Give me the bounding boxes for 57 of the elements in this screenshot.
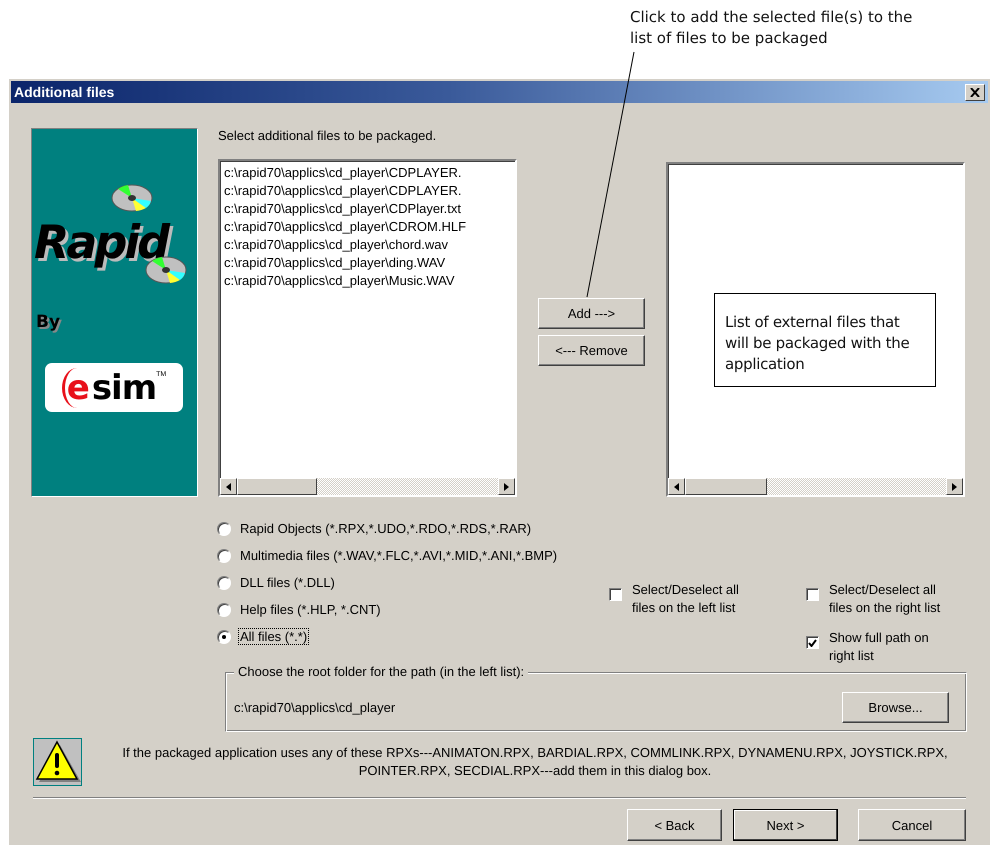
scroll-left-button[interactable] bbox=[668, 478, 685, 495]
horizontal-scrollbar[interactable] bbox=[668, 478, 963, 495]
scroll-right-button[interactable] bbox=[946, 478, 963, 495]
radio-button[interactable] bbox=[217, 576, 231, 590]
right-arrow-icon bbox=[952, 482, 957, 490]
brand-text: e bbox=[62, 368, 92, 408]
right-arrow-icon bbox=[504, 482, 509, 490]
dialog-button[interactable]: Cancel bbox=[858, 809, 966, 841]
scroll-left-button[interactable] bbox=[220, 478, 237, 495]
warning-icon bbox=[33, 738, 82, 786]
list-item[interactable]: c:\rapid70\applics\cd_player\ding.WAV bbox=[224, 254, 511, 272]
checkbox-label[interactable]: Select/Deselect all files on the left list bbox=[632, 581, 760, 617]
close-button[interactable] bbox=[965, 84, 985, 100]
list-item[interactable]: c:\rapid70\applics\cd_player\CDROM.HLF bbox=[224, 218, 511, 236]
callout-text: Click to add the selected file(s) to the list of files to be packaged bbox=[630, 7, 914, 49]
radio-label[interactable]: Help files (*.HLP, *.CNT) bbox=[239, 602, 382, 617]
radio-button[interactable] bbox=[217, 522, 231, 536]
radio-label[interactable]: DLL files (*.DLL) bbox=[239, 575, 336, 590]
by-text: By bbox=[36, 312, 60, 332]
cd-icon bbox=[110, 183, 154, 213]
remove-button[interactable]: <--- Remove bbox=[538, 335, 645, 366]
folder-path: c:\rapid70\applics\cd_player bbox=[234, 700, 396, 714]
check-icon bbox=[808, 638, 817, 646]
left-arrow-icon bbox=[226, 482, 231, 490]
checkbox[interactable] bbox=[806, 588, 819, 601]
scroll-right-button[interactable] bbox=[498, 478, 515, 495]
add-button[interactable]: Add ---> bbox=[538, 298, 645, 329]
warning-text: If the packaged application uses any of these RPXs---ANIMATON.RPX, BARDIAL.RPX, COMMLINK.RPX, DYNAMENU.RPX, JOYSTICK.RPX, POINTER.RPX, SECDIAL.RPX---add them in this dialog box. bbox=[121, 744, 949, 780]
list-item[interactable]: c:\rapid70\applics\cd_player\Music.WAV bbox=[224, 272, 511, 290]
horizontal-scrollbar[interactable] bbox=[220, 478, 515, 495]
dialog-button[interactable]: Next > bbox=[733, 809, 838, 841]
logo-text: Rapid bbox=[34, 215, 168, 269]
checkbox-label[interactable]: Select/Deselect all files on the right list bbox=[829, 581, 957, 617]
brand-text: sim bbox=[92, 368, 156, 408]
radio-button[interactable] bbox=[217, 630, 231, 644]
scroll-thumb[interactable] bbox=[685, 478, 767, 495]
checkbox[interactable] bbox=[806, 636, 819, 649]
radio-label[interactable]: Multimedia files (*.WAV,*.FLC,*.AVI,*.MID,*.ANI,*.BMP) bbox=[239, 548, 558, 563]
radio-label[interactable]: All files (*.*) bbox=[239, 629, 308, 644]
scroll-thumb[interactable] bbox=[237, 478, 317, 495]
dialog-button[interactable]: < Back bbox=[627, 809, 722, 841]
radio-button[interactable] bbox=[217, 602, 231, 616]
window-title: Additional files bbox=[14, 84, 114, 100]
checkbox-label[interactable]: Show full path on right list bbox=[829, 629, 957, 665]
radio-button[interactable] bbox=[217, 548, 231, 562]
list-label: Select additional files to be packaged. bbox=[218, 128, 438, 145]
radio-label[interactable]: Rapid Objects (*.RPX,*.UDO,*.RDO,*.RDS,*.RAR) bbox=[239, 521, 532, 536]
list-item[interactable]: c:\rapid70\applics\cd_player\CDPlayer.txt bbox=[224, 200, 511, 218]
callout-text: List of external files that will be packaged with the application bbox=[714, 293, 936, 387]
list-item[interactable]: c:\rapid70\applics\cd_player\CDPLAYER. bbox=[224, 182, 511, 200]
list-item[interactable]: c:\rapid70\applics\cd_player\CDPLAYER. bbox=[224, 164, 511, 182]
group-legend: Choose the root folder for the path (in the left list): bbox=[234, 664, 528, 680]
list-item[interactable]: c:\rapid70\applics\cd_player\chord.wav bbox=[224, 236, 511, 254]
checkbox[interactable] bbox=[609, 588, 622, 601]
browse-button[interactable]: Browse... bbox=[842, 692, 949, 722]
left-arrow-icon bbox=[674, 482, 679, 490]
close-icon bbox=[970, 88, 980, 96]
